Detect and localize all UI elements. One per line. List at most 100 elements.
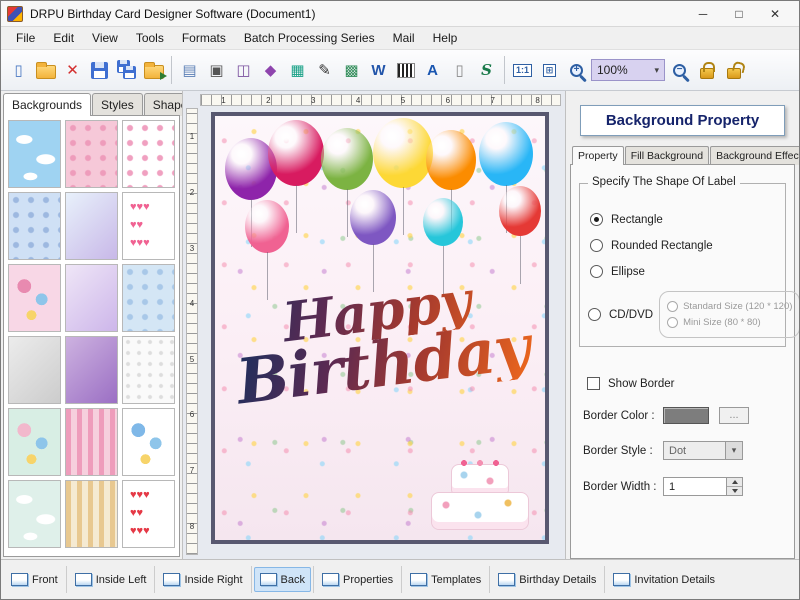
menu-formats[interactable]: Formats	[173, 28, 235, 48]
print-icon[interactable]: ▣	[204, 57, 229, 84]
background-thumbnail[interactable]	[122, 480, 175, 548]
zoom-in-icon[interactable]: +	[564, 57, 589, 84]
spin-down-button[interactable]	[727, 487, 742, 495]
background-thumbnail[interactable]	[8, 120, 61, 188]
radio-label: Standard Size (120 * 120)	[683, 301, 792, 312]
border-style-dropdown[interactable]: Dot	[663, 441, 743, 460]
background-thumbnail[interactable]	[122, 120, 175, 188]
export-icon[interactable]	[141, 57, 166, 84]
birthday-details-button[interactable]: Birthday Details	[492, 567, 602, 592]
insert-image-icon[interactable]: ▩	[339, 57, 364, 84]
balloon	[423, 198, 463, 246]
radio-mini-size[interactable]: Mini Size (80 * 80)	[667, 317, 792, 328]
background-thumbnail[interactable]	[122, 264, 175, 332]
actual-size-icon[interactable]: 1:1	[510, 57, 535, 84]
tab-styles[interactable]: Styles	[92, 93, 143, 116]
radio-circle	[590, 239, 603, 252]
menu-view[interactable]: View	[83, 28, 127, 48]
3d-box-icon[interactable]: ◆	[258, 57, 283, 84]
menu-bar: File Edit View Tools Formats Batch Proce…	[1, 27, 799, 50]
radio-standard-size[interactable]: Standard Size (120 * 120)	[667, 301, 792, 312]
cake-graphic	[429, 444, 533, 532]
screen-capture-icon[interactable]: ▦	[285, 57, 310, 84]
menu-tools[interactable]: Tools	[127, 28, 173, 48]
inside-left-button[interactable]: Inside Left	[69, 567, 153, 592]
text-tool-icon[interactable]: A	[420, 57, 445, 84]
radio-circle	[667, 301, 678, 312]
background-thumbnail[interactable]	[8, 480, 61, 548]
minimize-button[interactable]: ─	[685, 2, 721, 26]
open-folder-icon[interactable]	[33, 57, 58, 84]
menu-edit[interactable]: Edit	[44, 28, 83, 48]
card-page-icon	[613, 573, 630, 586]
card-preview[interactable]: Happy Birthday	[211, 112, 549, 544]
background-thumbnail[interactable]	[65, 120, 118, 188]
close-document-icon[interactable]: ✕	[60, 57, 85, 84]
properties-button[interactable]: Properties	[316, 567, 399, 592]
invitation-details-button[interactable]: Invitation Details	[607, 567, 721, 592]
toolbar: ▯✕▤▣◫◆▦✎▩WA▯S1:1⊞+100%▾−	[1, 50, 799, 91]
background-thumbnail[interactable]	[65, 264, 118, 332]
lock-icon[interactable]	[694, 57, 719, 84]
close-button[interactable]: ✕	[757, 2, 793, 26]
menu-batch-processing-series[interactable]: Batch Processing Series	[235, 28, 384, 48]
tab-property[interactable]: Property	[572, 146, 624, 165]
zoom-out-icon[interactable]: −	[667, 57, 692, 84]
menu-help[interactable]: Help	[424, 28, 467, 48]
notes-icon[interactable]: ▤	[177, 57, 202, 84]
border-color-swatch[interactable]	[663, 407, 709, 424]
word-art-icon[interactable]: W	[366, 57, 391, 84]
radio-label: CD/DVD	[609, 309, 653, 321]
radio-label: Ellipse	[611, 266, 645, 278]
insert-page-icon[interactable]: ▯	[447, 57, 472, 84]
border-width-spinner[interactable]: 1	[663, 477, 743, 496]
background-thumbnail[interactable]	[122, 408, 175, 476]
separator	[251, 566, 252, 593]
pen-tool-icon[interactable]: ✎	[312, 57, 337, 84]
templates-button[interactable]: Templates	[404, 567, 487, 592]
inside-right-button[interactable]: Inside Right	[157, 567, 248, 592]
radio-rounded-rectangle[interactable]: Rounded Rectangle	[590, 239, 775, 252]
barcode-icon[interactable]	[393, 57, 418, 84]
signature-icon[interactable]: S	[474, 57, 499, 84]
cd-size-options-group: Standard Size (120 * 120) Mini Size (80 …	[659, 291, 800, 338]
shape-group-title: Specify The Shape Of Label	[588, 176, 740, 188]
tab-backgrounds[interactable]: Backgrounds	[3, 93, 91, 116]
radio-ellipse[interactable]: Ellipse	[590, 265, 775, 278]
save-icon[interactable]	[87, 57, 112, 84]
cd-dvd-row: CD/DVD Standard Size (120 * 120) Mini Si…	[586, 291, 779, 338]
unlock-icon[interactable]	[721, 57, 746, 84]
spin-up-button[interactable]	[727, 478, 742, 487]
radio-circle	[590, 265, 603, 278]
radio-cd-dvd[interactable]: CD/DVD	[588, 308, 653, 321]
tab-fill-background[interactable]: Fill Background	[625, 146, 709, 165]
background-thumbnail[interactable]	[122, 192, 175, 260]
background-thumbnail[interactable]	[8, 264, 61, 332]
border-color-more-button[interactable]: ...	[719, 407, 749, 424]
background-thumbnail[interactable]	[8, 336, 61, 404]
background-thumbnail[interactable]	[122, 336, 175, 404]
background-thumbnail[interactable]	[65, 480, 118, 548]
save-all-icon[interactable]	[114, 57, 139, 84]
zoom-level-select[interactable]: 100%▾	[591, 59, 665, 81]
background-thumbnail[interactable]	[8, 408, 61, 476]
radio-rectangle[interactable]: Rectangle	[590, 213, 775, 226]
tab-background-effects[interactable]: Background Effects	[710, 146, 800, 165]
fit-page-icon[interactable]: ⊞	[537, 57, 562, 84]
button-label: Invitation Details	[634, 574, 715, 586]
background-thumbnail[interactable]	[8, 192, 61, 260]
background-thumbnail[interactable]	[65, 408, 118, 476]
show-border-checkbox[interactable]: Show Border	[587, 377, 778, 390]
background-thumbnail[interactable]	[65, 336, 118, 404]
maximize-button[interactable]: □	[721, 2, 757, 26]
menu-mail[interactable]: Mail	[384, 28, 424, 48]
print-preview-icon[interactable]: ◫	[231, 57, 256, 84]
new-document-icon[interactable]: ▯	[6, 57, 31, 84]
left-panel-tabs: Backgrounds Styles Shapes	[1, 91, 182, 115]
background-thumbnail[interactable]	[65, 192, 118, 260]
dropdown-arrow-icon[interactable]	[725, 442, 742, 459]
radio-circle-checked	[590, 213, 603, 226]
menu-file[interactable]: File	[7, 28, 44, 48]
back-button[interactable]: Back	[254, 567, 311, 592]
front-button[interactable]: Front	[5, 567, 64, 592]
